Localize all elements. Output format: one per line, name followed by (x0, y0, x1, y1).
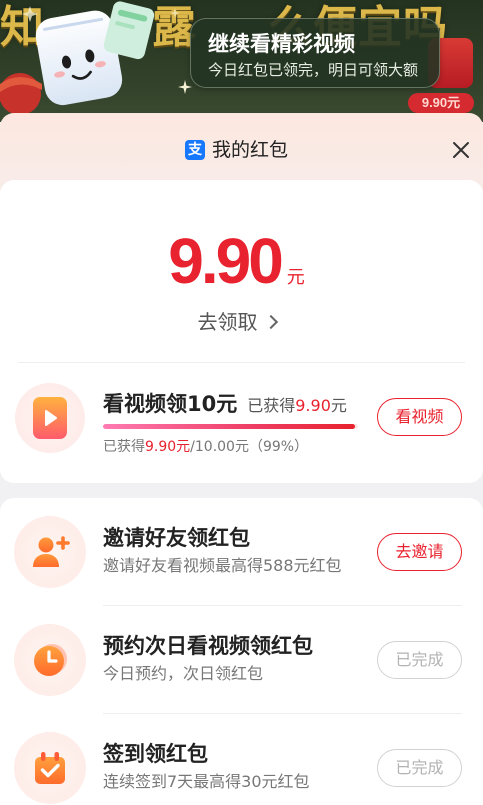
banner-corner-amount: 9.90元 (408, 93, 474, 113)
play-icon (33, 397, 67, 439)
progress-suffix: /10.00元（99%） (190, 439, 309, 455)
earned-unit: 元 (330, 396, 347, 415)
red-packet-sheet: 支 我的红包 9.90 元 去领取 看视频领10元 已获得9.90元 已获得9.… (0, 113, 483, 805)
sparkle-icon (178, 80, 192, 94)
watch-video-button[interactable]: 看视频 (377, 398, 462, 436)
video-task-icon-badge (15, 383, 85, 453)
prompt-subtitle: 今日红包已领完，明日可领大额 (208, 61, 419, 79)
task-row-invite: 邀请好友领红包 邀请好友看视频最高得588元红包 去邀请 (0, 498, 483, 606)
task-icon-badge (14, 732, 86, 804)
close-icon[interactable] (452, 141, 470, 159)
balance-amount-row: 9.90 元 (0, 226, 483, 296)
sparkle-icon (170, 8, 180, 18)
video-task-earned: 已获得9.90元 (247, 395, 347, 417)
task-title: 邀请好友领红包 (103, 526, 250, 550)
watch-video-prompt[interactable]: 继续看精彩视频 今日红包已领完，明日可领大额 (190, 18, 440, 88)
clock-icon (34, 644, 67, 676)
invite-button[interactable]: 去邀请 (377, 533, 462, 571)
task-subtitle: 连续签到7天最高得30元红包 (103, 772, 310, 791)
progress-amount: 9.90元 (145, 439, 191, 455)
chevron-right-icon (263, 314, 278, 330)
promo-banner[interactable]: 知 露 么便宜吗 9.90元 继续看精彩视频 今日红 (0, 0, 483, 122)
sheet-title: 我的红包 (212, 139, 289, 161)
video-task-heading: 看视频领10元 已获得9.90元 (103, 390, 347, 418)
task-icon-badge (14, 516, 86, 588)
task-row-checkin: 签到领红包 连续签到7天最高得30元红包 已完成 (0, 714, 483, 805)
alipay-logo-icon: 支 (185, 140, 205, 160)
claim-label: 去领取 (197, 310, 258, 334)
balance-amount: 9.90 (168, 225, 284, 297)
task-subtitle: 邀请好友看视频最高得588元红包 (103, 556, 342, 575)
task-title: 预约次日看视频领红包 (103, 634, 313, 658)
reserve-completed-button[interactable]: 已完成 (377, 641, 462, 679)
person-add-icon (33, 536, 70, 567)
progress-text: 已获得9.90元/10.00元（99%） (103, 438, 308, 456)
balance-card: 9.90 元 去领取 看视频领10元 已获得9.90元 已获得9.90元/10.… (0, 180, 483, 483)
task-subtitle: 今日预约，次日领红包 (103, 664, 264, 683)
earned-prefix: 已获得 (247, 396, 296, 415)
progress-track (103, 424, 358, 429)
task-title: 签到领红包 (103, 742, 208, 766)
video-task-title: 看视频领10元 (103, 392, 238, 416)
calendar-check-icon (35, 752, 65, 784)
divider (18, 362, 465, 363)
task-row-reserve: 预约次日看视频领红包 今日预约，次日领红包 已完成 (0, 606, 483, 714)
balance-unit: 元 (286, 267, 305, 288)
mascot-illustration (0, 1, 155, 115)
progress-fill (103, 424, 356, 429)
checkin-completed-button[interactable]: 已完成 (377, 749, 462, 787)
task-list-card: 邀请好友领红包 邀请好友看视频最高得588元红包 去邀请 预约次日看视频领红包 … (0, 498, 483, 805)
prompt-title: 继续看精彩视频 (208, 32, 355, 56)
earned-amount: 9.90 (295, 396, 331, 415)
task-icon-badge (14, 624, 86, 696)
progress-prefix: 已获得 (103, 439, 145, 455)
claim-link[interactable]: 去领取 (0, 309, 483, 335)
